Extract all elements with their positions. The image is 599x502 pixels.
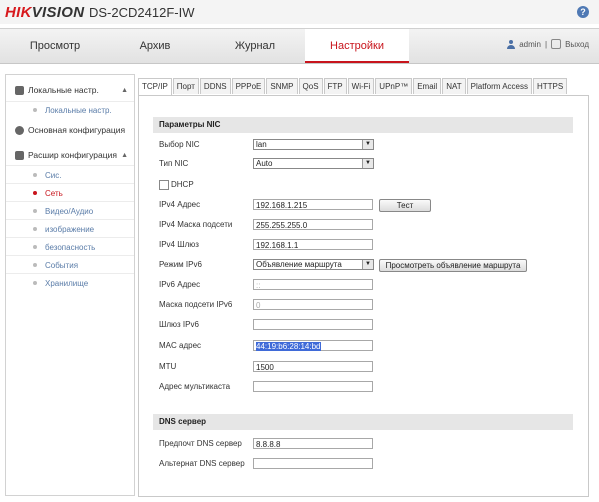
preferred-dns-label: Предпочт DNS сервер <box>159 439 242 448</box>
ipv6-address-field[interactable]: :: <box>253 279 373 290</box>
logout-link[interactable]: Выход <box>565 40 589 49</box>
ipv4-gateway-label: IPv4 Шлюз <box>159 240 199 249</box>
tab-email[interactable]: Email <box>413 78 442 94</box>
sidebar-item-system[interactable]: Сис. <box>6 165 134 184</box>
chevron-down-icon: ▼ <box>362 260 373 269</box>
separator: | <box>544 39 548 49</box>
dns-section-header: DNS сервер <box>153 414 573 430</box>
ipv4-address-label: IPv4 Адрес <box>159 200 201 209</box>
ipv6-mask-label: Маска подсети IPv6 <box>159 300 233 309</box>
tab-platform-access[interactable]: Platform Access <box>466 78 532 94</box>
ipv6-address-label: IPv6 Адрес <box>159 280 201 289</box>
ipv4-mask-label: IPv4 Маска подсети <box>159 220 233 229</box>
top-bar: HIKVISION DS-2CD2412F-IW ? <box>0 0 599 24</box>
nav-log[interactable]: Журнал <box>220 29 290 63</box>
tab-upnp[interactable]: UPnP™ <box>375 78 413 94</box>
tab-bar: TCP/IP Порт DDNS PPPoE SNMP QoS FTP Wi-F… <box>138 78 568 96</box>
ipv6-mask-field[interactable]: 0 <box>253 299 373 310</box>
sidebar: Локальные настр. ▲ Локальные настр. Осно… <box>5 74 135 496</box>
tab-tcpip[interactable]: TCP/IP <box>138 78 172 96</box>
user-area: admin | Выход <box>507 39 589 49</box>
sidebar-item-security[interactable]: безопасность <box>6 237 134 256</box>
chevron-up-icon: ▲ <box>121 86 128 94</box>
dhcp-label: DHCP <box>171 180 194 189</box>
nic-select-label: Выбор NIC <box>159 140 200 149</box>
ipv6-gateway-field[interactable] <box>253 319 373 330</box>
user-icon <box>507 39 516 49</box>
nic-type-select[interactable]: Auto ▼ <box>253 158 374 169</box>
tab-qos[interactable]: QoS <box>298 78 323 94</box>
nic-type-label: Тип NIC <box>159 159 189 168</box>
ipv4-address-field[interactable]: 192.168.1.215 <box>253 199 373 210</box>
sidebar-group-advanced[interactable]: Расшир конфигурация ▲ <box>6 148 134 162</box>
multicast-address-field[interactable] <box>253 381 373 392</box>
ipv6-gateway-label: Шлюз IPv6 <box>159 320 199 329</box>
alternate-dns-field[interactable] <box>253 458 373 469</box>
tab-ddns[interactable]: DDNS <box>199 78 231 94</box>
sidebar-item-local-settings[interactable]: Локальные настр. <box>6 101 134 118</box>
help-icon[interactable]: ? <box>577 6 589 18</box>
username: admin <box>519 39 541 49</box>
nic-select[interactable]: lan ▼ <box>253 139 374 150</box>
sidebar-group-basic[interactable]: Основная конфигурация <box>6 123 134 137</box>
dhcp-checkbox[interactable] <box>159 180 169 190</box>
chevron-down-icon: ▼ <box>362 140 373 149</box>
device-model: DS-2CD2412F-IW <box>89 5 195 20</box>
multicast-address-label: Адрес мультикаста <box>159 382 231 391</box>
gear-icon <box>15 125 24 135</box>
tab-port[interactable]: Порт <box>172 78 199 94</box>
nav-live-view[interactable]: Просмотр <box>20 29 90 63</box>
alternate-dns-label: Альтернат DNS сервер <box>159 459 245 468</box>
sidebar-item-video-audio[interactable]: Видео/Аудио <box>6 201 134 220</box>
tab-snmp[interactable]: SNMP <box>266 78 298 94</box>
nav-configuration[interactable]: Настройки <box>305 29 409 63</box>
sidebar-group-local[interactable]: Локальные настр. ▲ <box>6 83 134 97</box>
ipv4-mask-field[interactable]: 255.255.255.0 <box>253 219 373 230</box>
brand-logo: HIKVISION <box>5 4 85 21</box>
preferred-dns-field[interactable]: 8.8.8.8 <box>253 438 373 449</box>
settings-panel: Параметры NIC Выбор NIC lan ▼ Тип NIC Au… <box>138 95 589 497</box>
sidebar-item-storage[interactable]: Хранилище <box>6 273 134 292</box>
sidebar-item-events[interactable]: События <box>6 255 134 274</box>
ipv6-mode-select[interactable]: Объявление маршрута ▼ <box>253 259 374 270</box>
ipv6-mode-label: Режим IPv6 <box>159 260 202 269</box>
view-route-advertisement-button[interactable]: Просмотреть объявление маршрута <box>379 259 527 272</box>
nav-playback[interactable]: Архив <box>120 29 190 63</box>
test-button[interactable]: Тест <box>379 199 431 212</box>
nic-section-header: Параметры NIC <box>153 117 573 133</box>
tab-nat[interactable]: NAT <box>442 78 466 94</box>
tab-ftp[interactable]: FTP <box>323 78 347 94</box>
mtu-label: MTU <box>159 362 177 371</box>
tab-wifi[interactable]: Wi-Fi <box>347 78 375 94</box>
mac-address-field[interactable]: 44:19:b6:28:14:bd <box>253 340 373 351</box>
tab-pppoe[interactable]: PPPoE <box>231 78 266 94</box>
monitor-icon <box>15 85 24 95</box>
logout-icon[interactable] <box>551 39 562 49</box>
mac-address-label: MAC адрес <box>159 341 202 350</box>
chevron-up-icon: ▲ <box>121 151 128 159</box>
main-nav: Просмотр Архив Журнал Настройки admin | … <box>0 28 599 64</box>
wrench-icon <box>15 150 24 160</box>
tab-https[interactable]: HTTPS <box>532 78 568 94</box>
sidebar-item-image[interactable]: изображение <box>6 219 134 238</box>
sidebar-item-network[interactable]: Сеть <box>6 183 134 202</box>
ipv4-gateway-field[interactable]: 192.168.1.1 <box>253 239 373 250</box>
mtu-field[interactable]: 1500 <box>253 361 373 372</box>
chevron-down-icon: ▼ <box>362 159 373 168</box>
